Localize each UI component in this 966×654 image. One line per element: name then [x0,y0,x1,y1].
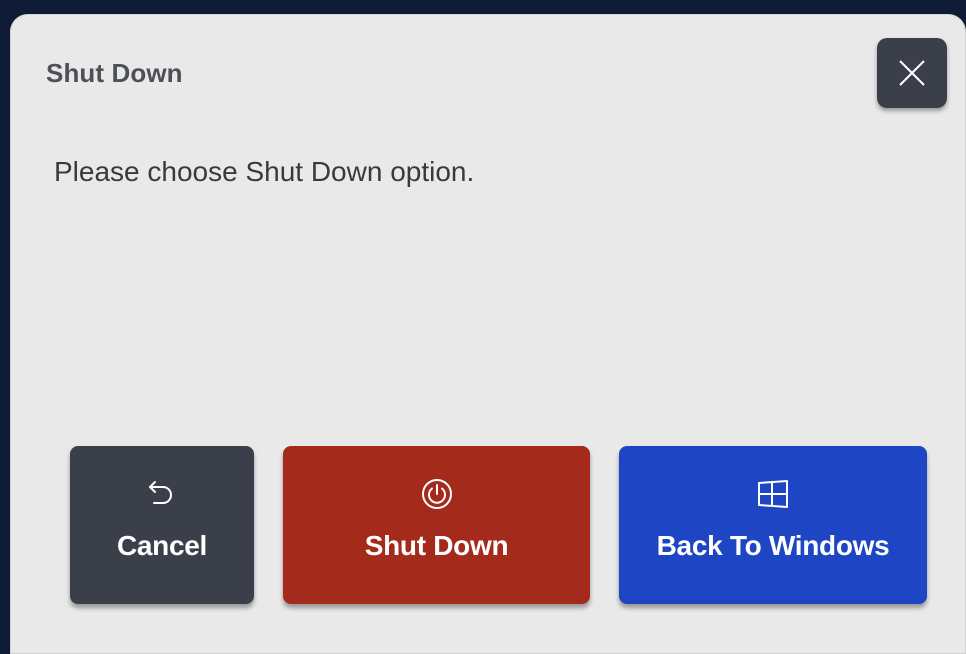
dialog-title: Shut Down [46,58,183,88]
back-to-windows-label: Back To Windows [656,530,890,561]
power-icon [421,476,453,512]
undo-arrow-icon [148,476,176,512]
close-button[interactable] [877,38,947,108]
shut-down-label: Shut Down [364,530,509,561]
shut-down-button[interactable]: Shut Down [283,446,590,604]
dialog-message: Please choose Shut Down option. [54,156,475,187]
cancel-label: Cancel [116,530,208,561]
cancel-button[interactable]: Cancel [70,446,254,604]
close-icon [899,60,925,86]
shut-down-dialog: Shut Down Please choose Shut Down option… [10,14,966,654]
back-to-windows-button[interactable]: Back To Windows [619,446,927,604]
windows-logo-icon [757,476,789,512]
